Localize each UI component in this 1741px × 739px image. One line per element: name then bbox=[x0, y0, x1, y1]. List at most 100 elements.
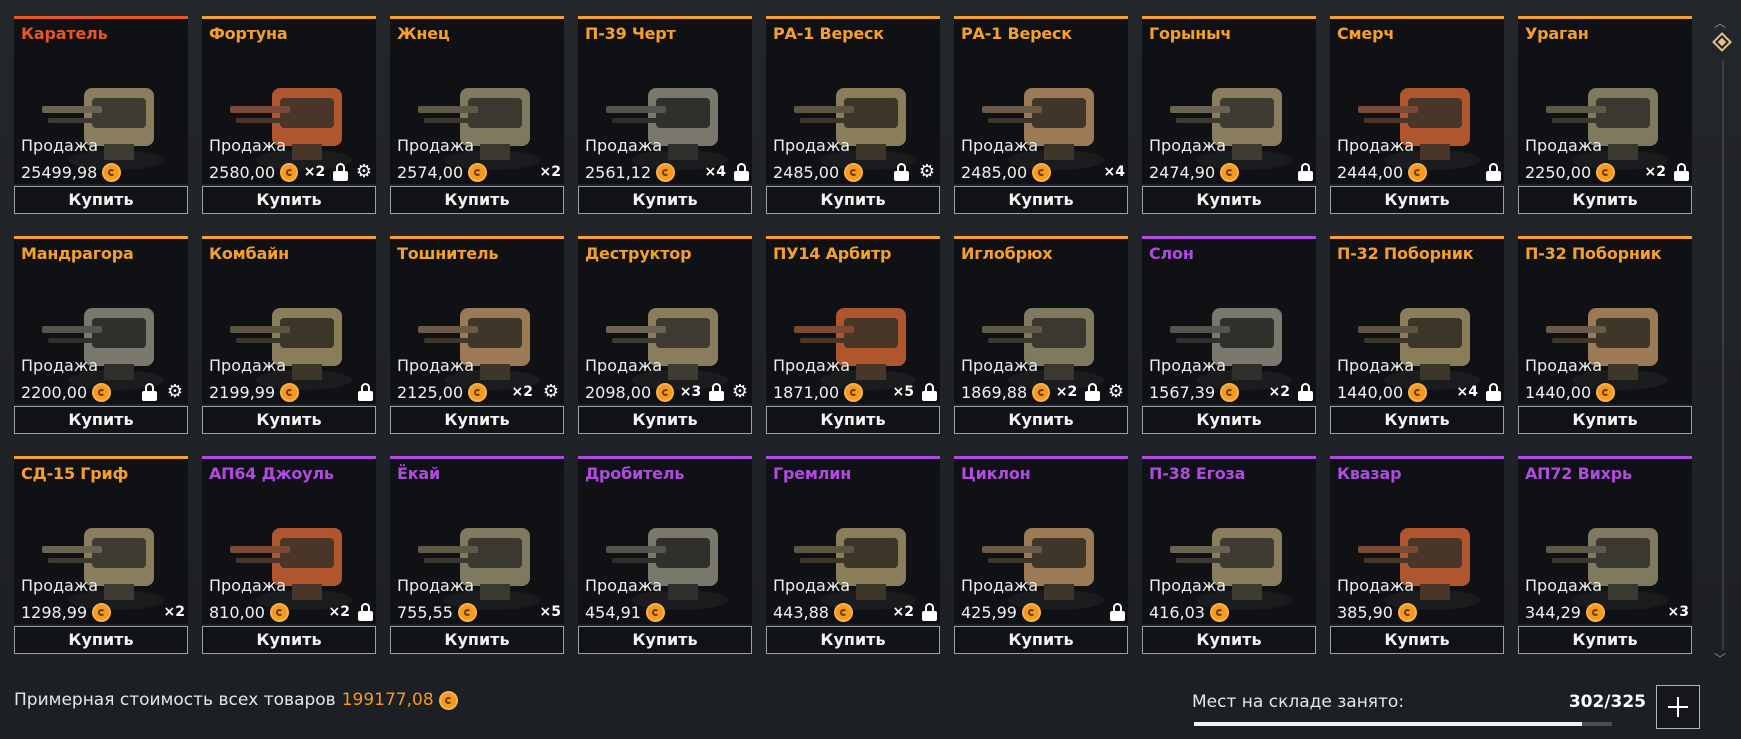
item-price: 2444,00 bbox=[1337, 162, 1404, 182]
lock-icon bbox=[333, 163, 349, 181]
buy-button[interactable]: Купить bbox=[766, 186, 940, 214]
item-name: Квазар bbox=[1337, 464, 1402, 483]
buy-button[interactable]: Купить bbox=[766, 406, 940, 434]
lock-icon bbox=[1110, 603, 1125, 621]
price-row: 2580,00 ×2 ⚙ bbox=[209, 162, 373, 182]
item-card[interactable]: Циклон Продажа 425,99 Купить bbox=[954, 456, 1128, 654]
buy-button[interactable]: Купить bbox=[1330, 626, 1504, 654]
item-card[interactable]: Мандрагора Продажа 2200,00 ⚙ Купить bbox=[14, 236, 188, 434]
buy-button[interactable]: Купить bbox=[578, 186, 752, 214]
gear-icon: ⚙ bbox=[166, 381, 184, 402]
buy-button[interactable]: Купить bbox=[954, 626, 1128, 654]
buy-button[interactable]: Купить bbox=[1330, 406, 1504, 434]
sale-label: Продажа bbox=[1149, 576, 1227, 595]
item-card-body: Горыныч Продажа 2474,90 bbox=[1142, 16, 1316, 184]
buy-button[interactable]: Купить bbox=[1518, 186, 1692, 214]
item-card-body: Деструктор Продажа 2098,00 ×3 ⚙ bbox=[578, 236, 752, 404]
item-card[interactable]: Фортуна Продажа 2580,00 ×2 ⚙ Купить bbox=[202, 16, 376, 214]
item-price: 1871,00 bbox=[773, 382, 840, 402]
item-name: Циклон bbox=[961, 464, 1031, 483]
item-price: 454,91 bbox=[585, 602, 641, 622]
buy-button[interactable]: Купить bbox=[578, 626, 752, 654]
item-card[interactable]: ПУ14 Арбитр Продажа 1871,00 ×5 Купить bbox=[766, 236, 940, 434]
buy-button[interactable]: Купить bbox=[1142, 406, 1316, 434]
buy-button[interactable]: Купить bbox=[14, 626, 188, 654]
buy-button[interactable]: Купить bbox=[766, 626, 940, 654]
buy-button[interactable]: Купить bbox=[1518, 406, 1692, 434]
gear-icon: ⚙ bbox=[355, 161, 373, 182]
item-card[interactable]: П-39 Черт Продажа 2561,12 ×4 Купить bbox=[578, 16, 752, 214]
item-card[interactable]: АП64 Джоуль Продажа 810,00 ×2 Купить bbox=[202, 456, 376, 654]
expand-storage-button[interactable] bbox=[1656, 685, 1700, 729]
item-price: 416,03 bbox=[1149, 602, 1205, 622]
item-card[interactable]: П-32 Поборник Продажа 1440,00 Купить bbox=[1518, 236, 1692, 434]
item-card[interactable]: РА-1 Вереск Продажа 2485,00 ⚙ Купить bbox=[766, 16, 940, 214]
item-card[interactable]: Слон Продажа 1567,39 ×2 Купить bbox=[1142, 236, 1316, 434]
item-card[interactable]: Каратель Продажа 25499,98 Купить bbox=[14, 16, 188, 214]
buy-button[interactable]: Купить bbox=[390, 626, 564, 654]
sale-label: Продажа bbox=[1525, 136, 1603, 155]
item-card-body: СД-15 Гриф Продажа 1298,99 ×2 bbox=[14, 456, 188, 624]
price-row: 755,55 ×5 bbox=[397, 602, 561, 622]
buy-button[interactable]: Купить bbox=[390, 186, 564, 214]
storage-progress-bar bbox=[1194, 722, 1612, 726]
item-card[interactable]: Дробитель Продажа 454,91 Купить bbox=[578, 456, 752, 654]
scrollbar-thumb[interactable] bbox=[1712, 32, 1732, 52]
buy-button[interactable]: Купить bbox=[390, 406, 564, 434]
coin-icon bbox=[1408, 162, 1428, 182]
weapon-image bbox=[606, 528, 728, 610]
item-card[interactable]: РА-1 Вереск Продажа 2485,00 ×4 Купить bbox=[954, 16, 1128, 214]
item-card[interactable]: П-32 Поборник Продажа 1440,00 ×4 Купить bbox=[1330, 236, 1504, 434]
sale-label: Продажа bbox=[209, 356, 287, 375]
scrollbar-track[interactable] bbox=[1722, 60, 1724, 650]
buy-button[interactable]: Купить bbox=[1142, 186, 1316, 214]
weapon-image bbox=[42, 308, 164, 390]
item-card[interactable]: Ураган Продажа 2250,00 ×2 Купить bbox=[1518, 16, 1692, 214]
item-card-body: Комбайн Продажа 2199,99 bbox=[202, 236, 376, 404]
buy-button[interactable]: Купить bbox=[202, 186, 376, 214]
buy-button[interactable]: Купить bbox=[14, 406, 188, 434]
item-card[interactable]: АП72 Вихрь Продажа 344,29 ×3 Купить bbox=[1518, 456, 1692, 654]
sale-label: Продажа bbox=[1337, 576, 1415, 595]
rarity-bar bbox=[1142, 236, 1316, 239]
scroll-down-icon[interactable]: ﹀ bbox=[1714, 650, 1726, 667]
buy-button[interactable]: Купить bbox=[1142, 626, 1316, 654]
buy-button[interactable]: Купить bbox=[578, 406, 752, 434]
item-card[interactable]: Тошнитель Продажа 2125,00 ×2 ⚙ Купить bbox=[390, 236, 564, 434]
item-card[interactable]: Гремлин Продажа 443,88 ×2 Купить bbox=[766, 456, 940, 654]
item-card[interactable]: СД-15 Гриф Продажа 1298,99 ×2 Купить bbox=[14, 456, 188, 654]
item-card[interactable]: Горыныч Продажа 2474,90 Купить bbox=[1142, 16, 1316, 214]
item-card[interactable]: П-38 Егоза Продажа 416,03 Купить bbox=[1142, 456, 1316, 654]
item-name: П-38 Егоза bbox=[1149, 464, 1246, 483]
coin-icon bbox=[844, 382, 864, 402]
item-price: 1298,99 bbox=[21, 602, 88, 622]
scroll-up-icon[interactable]: ︿ bbox=[1714, 14, 1726, 31]
weapon-image bbox=[606, 88, 728, 170]
rarity-bar bbox=[578, 456, 752, 459]
item-card-body: АП64 Джоуль Продажа 810,00 ×2 bbox=[202, 456, 376, 624]
item-card[interactable]: Иглобрюх Продажа 1869,88 ×2 ⚙ Купить bbox=[954, 236, 1128, 434]
gear-icon: ⚙ bbox=[731, 381, 749, 402]
buy-button[interactable]: Купить bbox=[1330, 186, 1504, 214]
buy-button[interactable]: Купить bbox=[14, 186, 188, 214]
item-name: Тошнитель bbox=[397, 244, 499, 263]
buy-button[interactable]: Купить bbox=[954, 406, 1128, 434]
item-card-body: ПУ14 Арбитр Продажа 1871,00 ×5 bbox=[766, 236, 940, 404]
item-name: Смерч bbox=[1337, 24, 1395, 43]
buy-button[interactable]: Купить bbox=[202, 626, 376, 654]
item-card[interactable]: Комбайн Продажа 2199,99 Купить bbox=[202, 236, 376, 434]
buy-button[interactable]: Купить bbox=[954, 186, 1128, 214]
weapon-image bbox=[1358, 88, 1480, 170]
item-card[interactable]: Жнец Продажа 2574,00 ×2 Купить bbox=[390, 16, 564, 214]
item-card[interactable]: Квазар Продажа 385,90 Купить bbox=[1330, 456, 1504, 654]
buy-button[interactable]: Купить bbox=[1518, 626, 1692, 654]
weapon-image bbox=[230, 88, 352, 170]
sale-label: Продажа bbox=[773, 576, 851, 595]
item-card-body: Смерч Продажа 2444,00 bbox=[1330, 16, 1504, 184]
item-card-body: АП72 Вихрь Продажа 344,29 ×3 bbox=[1518, 456, 1692, 624]
item-card-body: Гремлин Продажа 443,88 ×2 bbox=[766, 456, 940, 624]
item-card[interactable]: Деструктор Продажа 2098,00 ×3 ⚙ Купить bbox=[578, 236, 752, 434]
buy-button[interactable]: Купить bbox=[202, 406, 376, 434]
item-card[interactable]: Смерч Продажа 2444,00 Купить bbox=[1330, 16, 1504, 214]
item-card[interactable]: Ёкай Продажа 755,55 ×5 Купить bbox=[390, 456, 564, 654]
